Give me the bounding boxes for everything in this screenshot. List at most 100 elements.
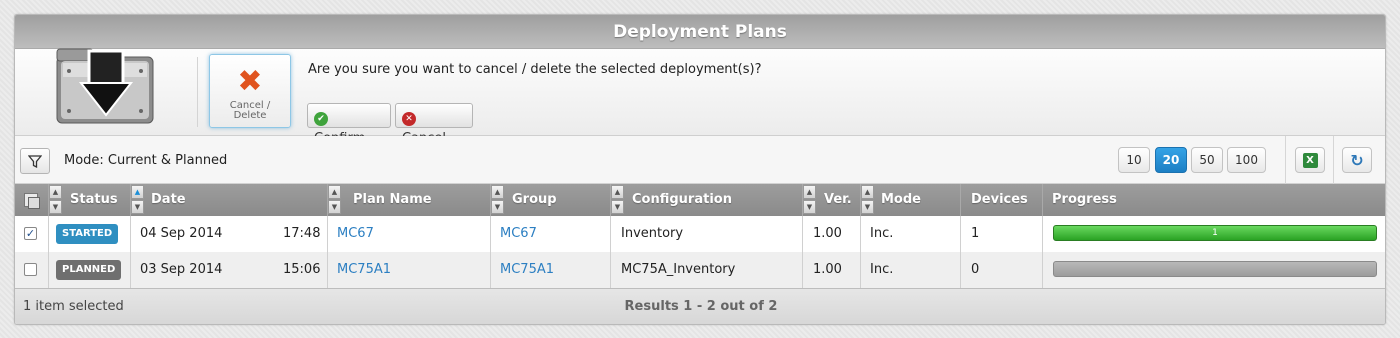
close-icon: ✕ [402, 112, 416, 126]
header-mode[interactable]: ▲ ▼ Mode [860, 184, 960, 216]
version-cell: 1.00 [802, 252, 860, 288]
selection-count: 1 item selected [23, 299, 124, 314]
devices-value: 0 [971, 262, 980, 277]
header-devices-label: Devices [971, 192, 1028, 207]
check-icon: ✔ [314, 112, 328, 126]
page-size-50[interactable]: 50 [1191, 147, 1223, 173]
cancel-x-icon: ✖ [237, 64, 263, 99]
devices-cell: 1 [960, 216, 1042, 252]
select-all-header[interactable] [15, 184, 48, 216]
group-cell: MC75A1 [490, 252, 610, 288]
devices-cell: 0 [960, 252, 1042, 288]
plan-name-cell: MC67 [327, 216, 490, 252]
plan-name-cell: MC75A1 [327, 252, 490, 288]
plan-name-link[interactable]: MC75A1 [337, 252, 391, 288]
sort-arrows-configuration[interactable]: ▲ ▼ [611, 185, 625, 215]
filter-icon [27, 155, 43, 169]
header-date-label: Date [151, 192, 186, 207]
version-value: 1.00 [813, 262, 842, 277]
filter-button[interactable] [20, 148, 50, 174]
refresh-icon: ↻ [1350, 151, 1364, 170]
date-value: 04 Sep 2014 [140, 226, 223, 241]
sort-arrows-date[interactable]: ▲ ▼ [131, 185, 145, 215]
toolbar-divider [1285, 136, 1286, 184]
header-plan-name-label: Plan Name [353, 192, 432, 207]
confirm-button[interactable]: ✔Confirm [307, 103, 391, 146]
version-cell: 1.00 [802, 216, 860, 252]
header-group[interactable]: ▲ ▼ Group [490, 184, 610, 216]
time-value: 15:06 [283, 262, 321, 277]
toolbar-divider [1333, 136, 1334, 184]
group-cell: MC67 [490, 216, 610, 252]
version-value: 1.00 [813, 226, 842, 241]
plan-name-link[interactable]: MC67 [337, 216, 374, 252]
date-value: 03 Sep 2014 [140, 262, 223, 277]
sort-arrows-mode[interactable]: ▲ ▼ [861, 185, 875, 215]
devices-value: 1 [971, 226, 980, 241]
mode-cell: Inc. [860, 252, 960, 288]
configuration-cell: Inventory [610, 216, 802, 252]
row-checkbox[interactable] [24, 263, 37, 276]
confirmation-question: Are you sure you want to cancel / delete… [308, 62, 762, 77]
progress-label: 1 [1212, 228, 1218, 238]
header-configuration-label: Configuration [632, 192, 732, 207]
status-badge: STARTED [56, 224, 119, 244]
header-configuration[interactable]: ▲ ▼ Configuration [610, 184, 802, 216]
progress-cell [1042, 252, 1385, 288]
status-badge: PLANNED [56, 260, 122, 280]
mode-value: Inc. [870, 262, 894, 277]
header-version[interactable]: ▲ ▼ Ver. [802, 184, 860, 216]
grid-header: ▲ ▼ Status ▲ ▼ Date ▲ ▼ Plan Name ▲ ▼ Group … [15, 184, 1385, 216]
sort-arrows-status[interactable]: ▲ ▼ [49, 185, 63, 215]
header-plan-name[interactable]: ▲ ▼ Plan Name [327, 184, 490, 216]
progress-bar [1053, 261, 1377, 277]
cancel-delete-label-line2: Delete [233, 110, 267, 121]
mode-value: Inc. [870, 226, 894, 241]
cancel-delete-button[interactable]: ✖ Cancel / Delete [209, 54, 291, 128]
cancel-button[interactable]: ✕Cancel [395, 103, 473, 146]
group-link[interactable]: MC67 [500, 216, 537, 252]
select-all-icon [24, 193, 40, 209]
results-summary: Results 1 - 2 out of 2 [624, 299, 778, 314]
configuration-value: Inventory [621, 226, 684, 241]
panel-title: Deployment Plans [15, 15, 1385, 49]
header-version-label: Ver. [824, 192, 852, 207]
row-checkbox[interactable]: ✓ [24, 227, 37, 240]
sort-arrows-plan-name[interactable]: ▲ ▼ [328, 185, 342, 215]
excel-icon: X [1302, 153, 1318, 168]
progress-bar: 1 [1053, 225, 1377, 241]
table-row[interactable]: PLANNED 03 Sep 2014 15:06 MC75A1 MC75A1 … [15, 252, 1385, 288]
export-excel-button[interactable]: X [1295, 147, 1325, 173]
header-devices: Devices [960, 184, 1042, 216]
date-cell: 04 Sep 2014 17:48 [130, 216, 327, 252]
header-date[interactable]: ▲ ▼ Date [130, 184, 327, 216]
progress-cell: 1 [1042, 216, 1385, 252]
header-group-label: Group [512, 192, 557, 207]
configuration-cell: MC75A_Inventory [610, 252, 802, 288]
page-size-10[interactable]: 10 [1118, 147, 1150, 173]
sort-arrows-version[interactable]: ▲ ▼ [803, 185, 817, 215]
deployment-plans-panel: Deployment Plans ✖ Cancel / Delete Are y… [14, 14, 1386, 325]
header-progress-label: Progress [1052, 192, 1117, 207]
group-link[interactable]: MC75A1 [500, 252, 554, 288]
mode-label: Mode: Current & Planned [64, 153, 228, 168]
time-value: 17:48 [283, 226, 321, 241]
header-progress: Progress [1042, 184, 1385, 216]
header-status-label: Status [70, 192, 118, 207]
row-select-cell[interactable] [15, 252, 48, 288]
deployment-folder-icon [51, 33, 161, 129]
date-cell: 03 Sep 2014 15:06 [130, 252, 327, 288]
sort-arrows-group[interactable]: ▲ ▼ [491, 185, 505, 215]
grid-footer: Results 1 - 2 out of 2 1 item selected [15, 288, 1385, 324]
row-select-cell[interactable]: ✓ [15, 216, 48, 252]
header-mode-label: Mode [881, 192, 921, 207]
grid-toolbar: Mode: Current & Planned 10 20 50 100 X ↻ [15, 136, 1385, 184]
table-row[interactable]: ✓ STARTED 04 Sep 2014 17:48 MC67 MC67 In… [15, 216, 1385, 252]
refresh-button[interactable]: ↻ [1342, 147, 1372, 173]
page-size-100[interactable]: 100 [1227, 147, 1266, 173]
action-divider [197, 57, 198, 127]
page-size-20[interactable]: 20 [1155, 147, 1187, 173]
configuration-value: MC75A_Inventory [621, 262, 736, 277]
header-status[interactable]: ▲ ▼ Status [48, 184, 130, 216]
action-area: ✖ Cancel / Delete Are you sure you want … [15, 48, 1385, 146]
